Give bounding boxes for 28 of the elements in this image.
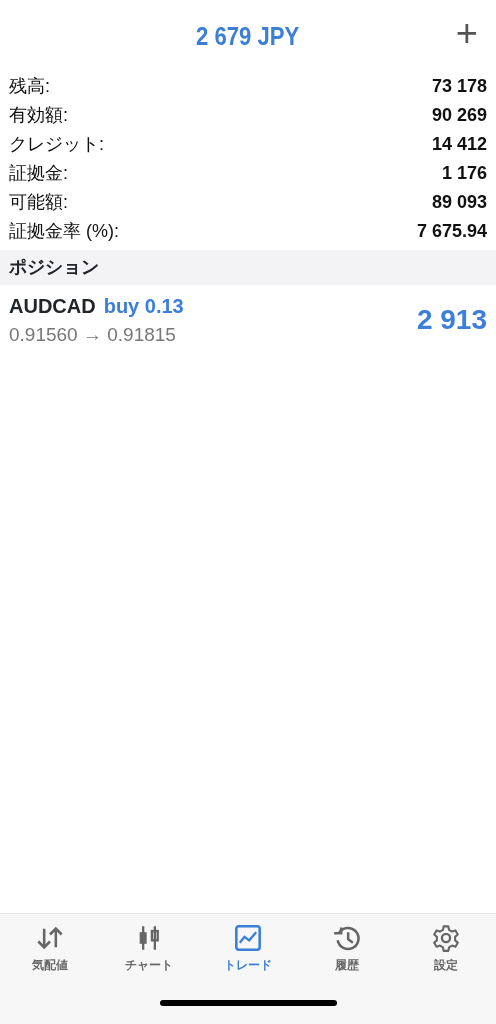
tab[interactable]: 履歴 <box>302 924 393 974</box>
summary-value: 89 093 <box>431 191 487 214</box>
position-symbol: AUDCAD <box>9 294 96 319</box>
summary-label: 有効額: <box>9 104 68 127</box>
summary-value: 14 412 <box>431 133 487 156</box>
line-chart-icon <box>233 924 262 952</box>
arrows-icon <box>35 924 64 952</box>
tab[interactable]: チャート <box>103 924 194 974</box>
summary-value: 90 269 <box>431 104 487 127</box>
account-profit: 2 679 JPY <box>196 19 300 53</box>
tab[interactable]: 気配値 <box>4 924 95 974</box>
summary-label: 証拠金: <box>9 162 68 185</box>
summary-label: 残高: <box>9 75 50 98</box>
summary-label: クレジット: <box>9 133 104 156</box>
tab[interactable]: 設定 <box>401 924 492 974</box>
tab[interactable]: トレード <box>202 924 293 974</box>
summary-value: 7 675.94 <box>416 220 487 243</box>
position-prices: 0.91560 → 0.91815 <box>9 323 177 347</box>
position-side: buy 0.13 <box>103 294 184 319</box>
add-button[interactable]: + <box>455 14 478 52</box>
section-header: ポジション <box>0 250 496 285</box>
settings-icon <box>432 924 461 952</box>
summary-value: 73 178 <box>431 75 487 98</box>
summary-label: 可能額: <box>9 191 68 214</box>
summary-label: 証拠金率 (%): <box>9 220 119 243</box>
clock-icon <box>333 924 362 952</box>
summary-value: 1 176 <box>441 162 487 185</box>
position-profit: 2 913 <box>416 303 487 338</box>
